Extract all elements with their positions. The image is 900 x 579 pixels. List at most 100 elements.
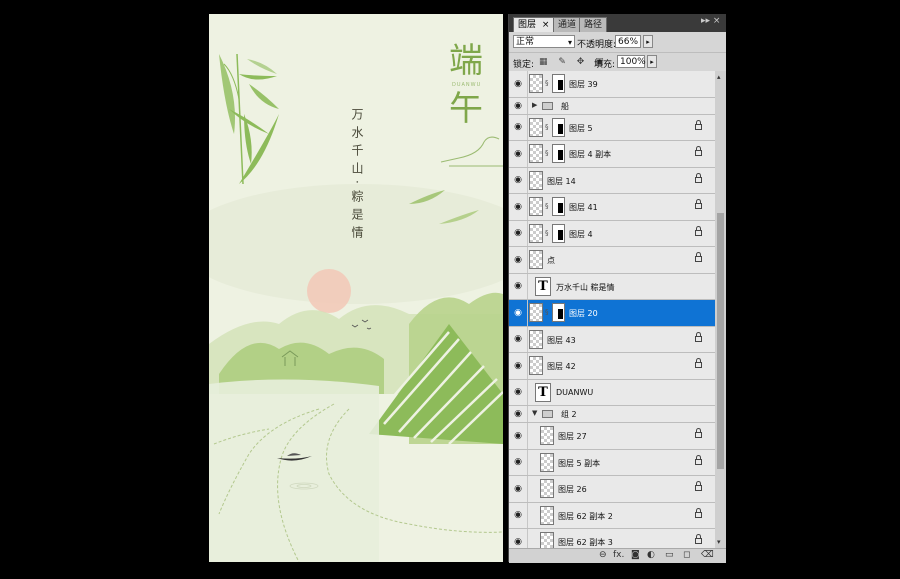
layer-row[interactable]: ◉ T 万水千山 粽是情 — [509, 273, 715, 300]
row-divider — [527, 502, 528, 528]
layer-name: DUANWU — [556, 387, 594, 397]
mask-shape — [558, 309, 563, 319]
mask-link-icon[interactable]: § — [545, 149, 549, 157]
tab-channels[interactable]: 通道 — [553, 17, 582, 32]
eye-icon[interactable]: ◉ — [512, 510, 524, 520]
layer-row[interactable]: ◉ 图层 62 副本 3 — [509, 529, 715, 548]
eye-icon[interactable]: ◉ — [512, 122, 524, 132]
tab-layers[interactable]: 图层 × — [513, 17, 555, 32]
layer-row[interactable]: ◉ 图层 27 — [509, 423, 715, 450]
fill-slider-button[interactable]: ▸ — [647, 55, 657, 68]
scroll-up-icon[interactable]: ▴ — [717, 73, 721, 81]
opacity-input[interactable]: 66% — [615, 35, 641, 48]
mask-link-icon[interactable]: § — [545, 229, 549, 237]
scroll-down-icon[interactable]: ▾ — [717, 538, 721, 546]
layer-thumbnail — [529, 356, 543, 375]
layer-mask-thumbnail[interactable] — [552, 144, 565, 163]
row-divider — [527, 194, 528, 220]
panel-menu-icon[interactable]: ▸▸ × — [701, 16, 720, 26]
layer-row[interactable]: ◉ § 图层 20 — [509, 300, 715, 327]
trash-icon[interactable]: ⌫ — [701, 550, 714, 560]
eye-icon[interactable]: ◉ — [512, 361, 524, 371]
row-divider — [527, 423, 528, 449]
layer-name: 图层 20 — [569, 309, 598, 318]
eye-icon[interactable]: ◉ — [512, 228, 524, 238]
layer-thumbnail — [529, 303, 543, 322]
document-canvas[interactable]: 端 DUANWU 午 万水千山·粽是情 — [209, 14, 503, 562]
eye-icon[interactable]: ◉ — [512, 255, 524, 265]
blend-mode-select[interactable]: 正常 ▾ — [513, 35, 575, 48]
eye-icon[interactable]: ◉ — [512, 149, 524, 159]
layer-name: 万水千山 粽是情 — [556, 282, 615, 292]
layer-thumbnail — [529, 329, 543, 349]
lock-icon — [695, 331, 702, 342]
row-divider — [527, 273, 528, 299]
eye-icon[interactable]: ◉ — [512, 334, 524, 344]
eye-icon[interactable]: ◉ — [512, 431, 524, 441]
link-icon[interactable]: ⊖ — [599, 550, 607, 560]
lock-icon — [695, 199, 702, 209]
tab-close-icon[interactable]: × — [542, 20, 550, 30]
layer-row[interactable]: ◉ § 图层 4 副本 — [509, 141, 715, 168]
mask-shape — [558, 123, 563, 134]
bamboo-leaves — [219, 53, 279, 185]
layer-row[interactable]: ◉ 图层 42 — [509, 353, 715, 380]
mask-shape — [558, 150, 563, 160]
layer-row[interactable]: ◉ § 图层 4 — [509, 220, 715, 247]
layer-row[interactable]: ◉ 图层 5 副本 — [509, 449, 715, 476]
eye-icon[interactable]: ◉ — [512, 537, 524, 547]
layer-row[interactable]: ◉ § 图层 5 — [509, 114, 715, 141]
eye-icon[interactable]: ◉ — [512, 175, 524, 185]
fx-icon[interactable]: fx. — [613, 550, 624, 560]
row-divider — [527, 476, 528, 502]
layer-group-row[interactable]: ◉ ▼ 组 2 — [509, 406, 715, 423]
disclosure-open-icon[interactable]: ▼ — [532, 409, 537, 417]
mask-link-icon[interactable]: § — [545, 308, 549, 316]
eye-icon[interactable]: ◉ — [512, 387, 524, 397]
title-char-wu: 午 — [449, 89, 483, 129]
layer-mask-thumbnail[interactable] — [552, 223, 565, 243]
folder-icon — [542, 101, 553, 110]
layer-list-scrollbar[interactable]: ▴ ▾ — [715, 71, 726, 548]
layer-row[interactable]: ◉ § 图层 41 — [509, 194, 715, 221]
tab-paths-label: 路径 — [584, 20, 603, 30]
folder-icon[interactable]: ▭ — [665, 550, 674, 560]
layer-mask-thumbnail[interactable] — [552, 197, 565, 216]
tab-paths[interactable]: 路径 — [579, 17, 608, 32]
layer-name: 图层 43 — [547, 335, 576, 345]
adjustment-icon[interactable]: ◐ — [647, 550, 655, 560]
new-layer-icon[interactable]: ◻ — [683, 550, 690, 560]
fill-input[interactable]: 100% — [617, 55, 646, 68]
eye-icon[interactable]: ◉ — [512, 101, 524, 111]
eye-icon[interactable]: ◉ — [512, 484, 524, 494]
opacity-slider-button[interactable]: ▸ — [643, 35, 653, 48]
layer-row[interactable]: ◉ § 图层 39 — [509, 71, 715, 98]
eye-icon[interactable]: ◉ — [512, 308, 524, 318]
layer-row[interactable]: ◉ 图层 62 副本 2 — [509, 502, 715, 529]
row-divider — [527, 379, 528, 405]
eye-icon[interactable]: ◉ — [512, 409, 524, 419]
mask-link-icon[interactable]: § — [545, 123, 549, 131]
layer-row[interactable]: ◉ 图层 43 — [509, 326, 715, 353]
layer-mask-thumbnail[interactable] — [552, 303, 565, 322]
layer-name: 图层 5 — [569, 123, 593, 133]
eye-icon[interactable]: ◉ — [512, 457, 524, 467]
layer-group-row[interactable]: ◉ ▶ 船 — [509, 97, 715, 115]
mask-icon[interactable]: ◙ — [631, 550, 640, 560]
layer-thumbnail — [529, 170, 543, 190]
layer-name: 船 — [561, 101, 569, 111]
layer-mask-thumbnail[interactable] — [552, 117, 565, 137]
layer-row[interactable]: ◉ 点 — [509, 247, 715, 274]
eye-icon[interactable]: ◉ — [512, 79, 524, 89]
eye-icon[interactable]: ◉ — [512, 281, 524, 291]
layer-row[interactable]: ◉ T DUANWU — [509, 379, 715, 406]
disclosure-closed-icon[interactable]: ▶ — [532, 101, 537, 109]
eye-icon[interactable]: ◉ — [512, 202, 524, 212]
layer-row[interactable]: ◉ 图层 26 — [509, 476, 715, 503]
mask-link-icon[interactable]: § — [545, 79, 549, 87]
layer-mask-thumbnail[interactable] — [552, 74, 565, 93]
scroll-thumb[interactable] — [717, 213, 724, 469]
layer-row[interactable]: ◉ 图层 14 — [509, 167, 715, 194]
mask-link-icon[interactable]: § — [545, 202, 549, 210]
layer-thumbnail — [529, 250, 543, 269]
